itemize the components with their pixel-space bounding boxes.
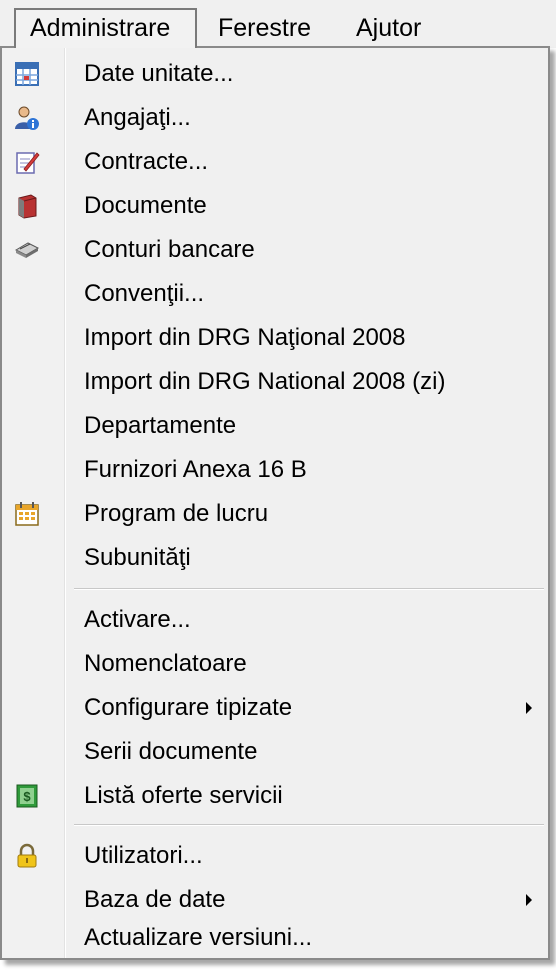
menu-item-label: Furnizori Anexa 16 B: [84, 456, 307, 483]
menubar: Administrare Ferestre Ajutor: [0, 0, 556, 48]
menu-item-label: Contracte...: [84, 148, 209, 175]
menu-item-activare[interactable]: Activare...: [2, 598, 548, 642]
menu-ajutor[interactable]: Ajutor: [342, 8, 435, 48]
menu-item-angajati[interactable]: Angajaţi...: [2, 96, 548, 140]
menu-item-furnizori[interactable]: Furnizori Anexa 16 B: [2, 448, 548, 492]
money-icon: $: [14, 783, 40, 809]
menu-item-label: Import din DRG National 2008 (zi): [84, 368, 446, 395]
card-icon: [14, 237, 40, 263]
menu-item-program-de-lucru[interactable]: Program de lucru: [2, 492, 548, 536]
svg-text:$: $: [23, 789, 31, 804]
menu-separator: [74, 588, 544, 590]
menu-item-label: Subunităţi: [84, 544, 191, 571]
menu-item-label: Import din DRG Naţional 2008: [84, 324, 406, 351]
menu-item-label: Program de lucru: [84, 500, 269, 527]
menu-item-label: Documente: [84, 192, 207, 219]
menu-item-label: Activare...: [84, 606, 191, 633]
menu-item-label: Utilizatori...: [84, 842, 203, 869]
book-icon: [14, 193, 40, 219]
menu-item-contracte[interactable]: Contracte...: [2, 140, 548, 184]
calendar-grid-icon: [14, 61, 40, 87]
menu-item-label: Conturi bancare: [84, 236, 255, 263]
submenu-arrow-icon: [526, 894, 532, 906]
menu-item-conturi-bancare[interactable]: Conturi bancare: [2, 228, 548, 272]
menu-item-label: Nomenclatoare: [84, 650, 247, 677]
menu-item-label: Departamente: [84, 412, 237, 439]
menu-item-conventii[interactable]: Convenţii...: [2, 272, 548, 316]
menu-separator: [74, 824, 544, 826]
menu-item-label: Date unitate...: [84, 60, 234, 87]
calendar-icon: [14, 501, 40, 527]
menu-item-documente[interactable]: Documente: [2, 184, 548, 228]
menu-item-label: Serii documente: [84, 738, 258, 765]
edit-document-icon: [14, 149, 40, 175]
person-info-icon: [14, 105, 40, 131]
menu-item-label: Angajaţi...: [84, 104, 191, 131]
menu-item-subunitati[interactable]: Subunităţi: [2, 536, 548, 580]
menu-item-import-drg[interactable]: Import din DRG Naţional 2008: [2, 316, 548, 360]
menu-item-label: Actualizare versiuni...: [84, 924, 313, 951]
menu-item-label: Configurare tipizate: [84, 694, 293, 721]
menu-item-utilizatori[interactable]: Utilizatori...: [2, 834, 548, 878]
menu-item-label: Convenţii...: [84, 280, 205, 307]
menu-administrare[interactable]: Administrare: [14, 8, 197, 48]
menu-item-import-drg-zi[interactable]: Import din DRG National 2008 (zi): [2, 360, 548, 404]
administrare-dropdown: Date unitate... Angajaţi... Contracte...…: [0, 46, 550, 960]
menu-item-nomenclatoare[interactable]: Nomenclatoare: [2, 642, 548, 686]
menu-ferestre[interactable]: Ferestre: [204, 8, 325, 48]
submenu-arrow-icon: [526, 702, 532, 714]
lock-icon: [14, 843, 40, 869]
menu-item-serii-documente[interactable]: Serii documente: [2, 730, 548, 774]
menu-item-lista-oferte[interactable]: $ Listă oferte servicii: [2, 774, 548, 818]
menu-item-departamente[interactable]: Departamente: [2, 404, 548, 448]
menu-item-date-unitate[interactable]: Date unitate...: [2, 52, 548, 96]
menu-item-label: Listă oferte servicii: [84, 782, 283, 809]
menu-item-configurare-tipizate[interactable]: Configurare tipizate: [2, 686, 548, 730]
menu-item-actualizare-versiuni[interactable]: Actualizare versiuni...: [2, 916, 548, 960]
app-window: Administrare Ferestre Ajutor Date unitat…: [0, 0, 556, 972]
